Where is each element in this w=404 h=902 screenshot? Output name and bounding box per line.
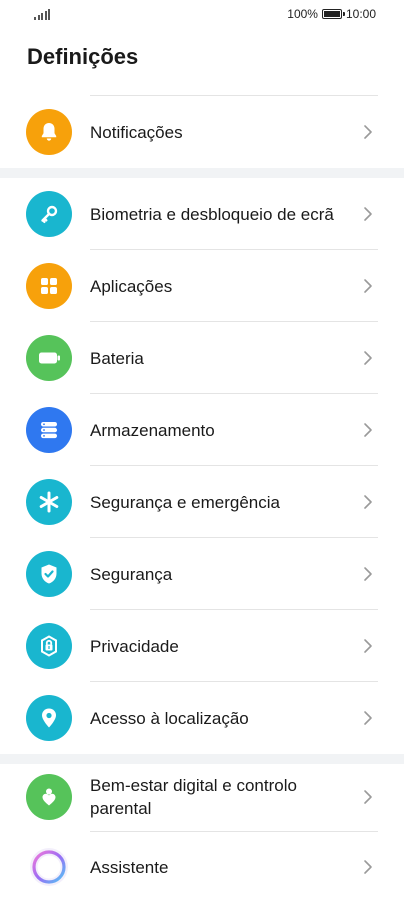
settings-item-digital-wellbeing[interactable]: Bem-estar digital e controlo parental	[0, 762, 404, 832]
privacy-lock-icon	[26, 623, 72, 669]
shield-check-icon	[26, 551, 72, 597]
settings-item-privacy[interactable]: Privacidade	[0, 610, 404, 682]
clock: 10:00	[345, 7, 376, 21]
settings-item-label: Assistente	[90, 857, 169, 877]
settings-group-1: Notificações	[0, 96, 404, 168]
chevron-right-icon	[364, 711, 372, 725]
apps-grid-icon	[26, 263, 72, 309]
asterisk-icon	[26, 479, 72, 525]
chevron-right-icon	[364, 279, 372, 293]
location-pin-icon	[26, 695, 72, 741]
settings-item-label: Armazenamento	[90, 420, 215, 440]
settings-group-3: Bem-estar digital e controlo parental As…	[0, 762, 404, 902]
chevron-right-icon	[364, 860, 372, 874]
settings-item-apps[interactable]: Aplicações	[0, 250, 404, 322]
wellbeing-icon	[26, 774, 72, 820]
settings-item-security[interactable]: Segurança	[0, 538, 404, 610]
settings-item-label: Acesso à localização	[90, 708, 249, 728]
battery-status-icon	[321, 9, 345, 19]
settings-item-storage[interactable]: Armazenamento	[0, 394, 404, 466]
settings-item-label: Notificações	[90, 122, 183, 142]
page-title: Definições	[27, 44, 139, 69]
settings-item-assistant[interactable]: Assistente	[0, 832, 404, 902]
settings-item-label: Biometria e desbloqueio de ecrã	[90, 204, 334, 224]
settings-item-label: Bem-estar digital e controlo parental	[90, 776, 297, 818]
settings-item-safety-emergency[interactable]: Segurança e emergência	[0, 466, 404, 538]
status-right: 100% 10:00	[287, 7, 376, 21]
battery-percent: 100%	[287, 7, 318, 21]
storage-icon	[26, 407, 72, 453]
settings-item-label: Bateria	[90, 348, 144, 368]
bell-icon	[26, 109, 72, 155]
chevron-right-icon	[364, 423, 372, 437]
settings-item-label: Privacidade	[90, 636, 179, 656]
chevron-right-icon	[364, 639, 372, 653]
settings-item-biometrics[interactable]: Biometria e desbloqueio de ecrã	[0, 178, 404, 250]
chevron-right-icon	[364, 351, 372, 365]
assistant-icon	[26, 844, 72, 890]
chevron-right-icon	[364, 790, 372, 804]
settings-item-notifications[interactable]: Notificações	[0, 96, 404, 168]
chevron-right-icon	[364, 207, 372, 221]
settings-group-2: Biometria e desbloqueio de ecrã Aplicaçõ…	[0, 178, 404, 754]
settings-item-location[interactable]: Acesso à localização	[0, 682, 404, 754]
key-icon	[26, 191, 72, 237]
section-separator	[0, 168, 404, 178]
settings-item-label: Segurança e emergência	[90, 492, 280, 512]
signal-icon	[34, 8, 50, 20]
chevron-right-icon	[364, 567, 372, 581]
chevron-right-icon	[364, 125, 372, 139]
settings-item-label: Segurança	[90, 564, 173, 584]
settings-item-battery[interactable]: Bateria	[0, 322, 404, 394]
status-bar: 100% 10:00	[0, 0, 404, 30]
battery-icon	[26, 335, 72, 381]
chevron-right-icon	[364, 495, 372, 509]
settings-item-label: Aplicações	[90, 276, 173, 296]
